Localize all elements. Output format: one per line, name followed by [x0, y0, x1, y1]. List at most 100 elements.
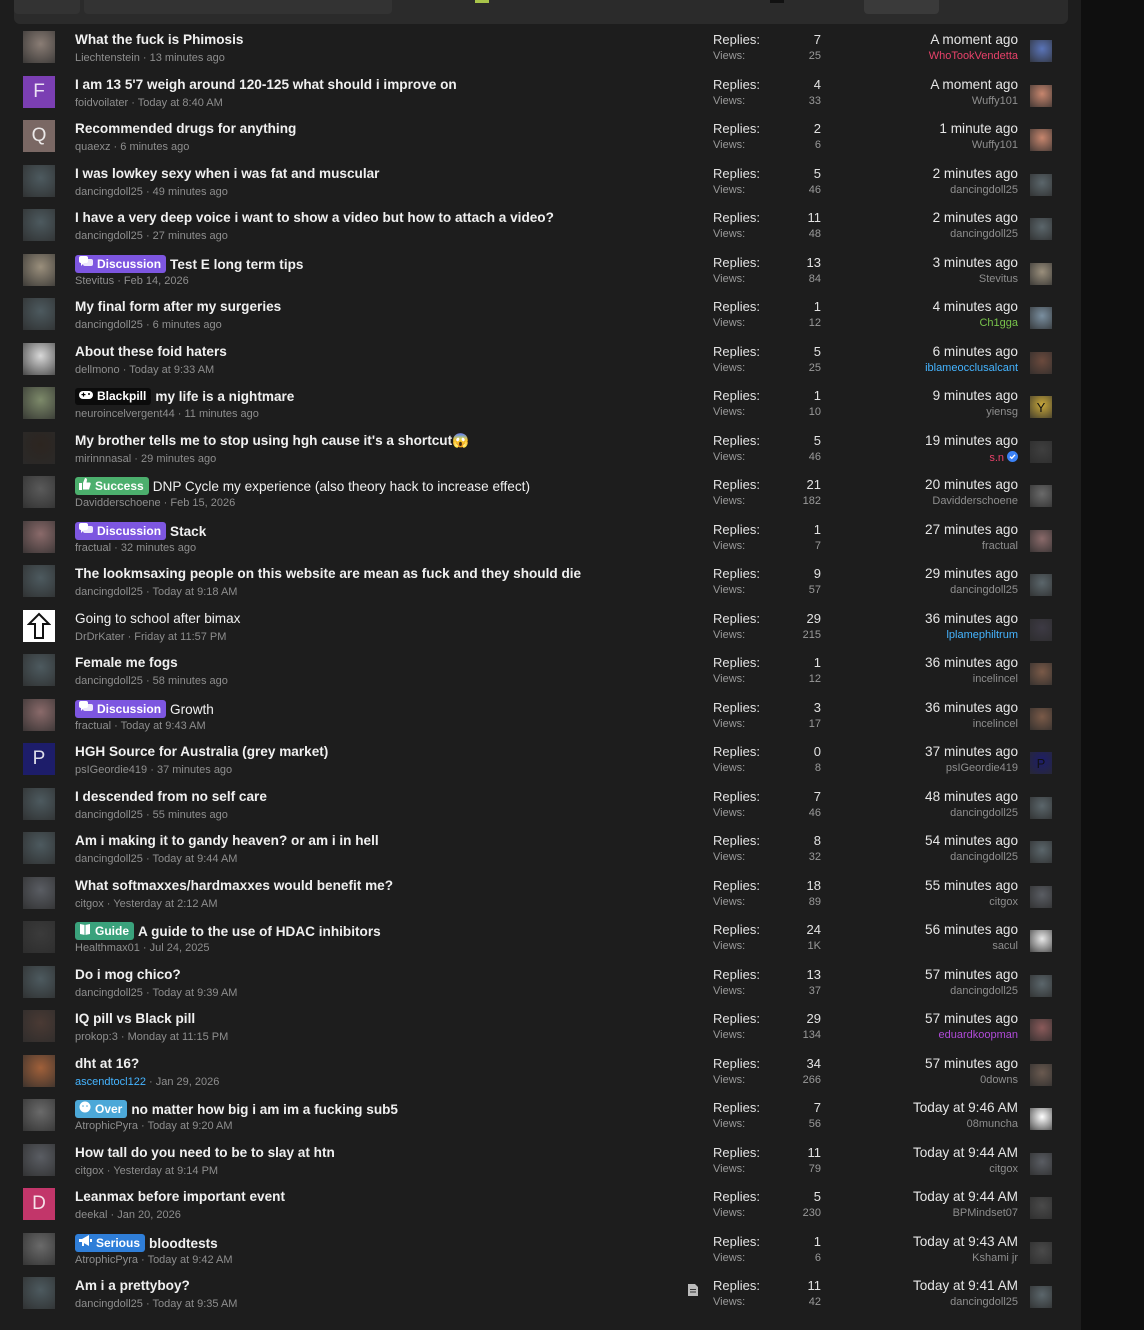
thread-row[interactable]: I have a very deep voice i want to show … [14, 202, 1068, 247]
latest-poster-avatar[interactable] [1030, 173, 1052, 196]
thread-row[interactable]: What the fuck is Phimosis Liechtenstein ·… [14, 24, 1068, 69]
latest-poster-avatar[interactable] [1030, 307, 1052, 329]
latest-poster-avatar[interactable] [1030, 618, 1052, 641]
latest-post-time[interactable]: 36 minutes ago [925, 611, 1018, 626]
latest-post-time[interactable]: Today at 9:44 AM [913, 1145, 1018, 1160]
thread-start-date[interactable]: Today at 9:43 AM [121, 720, 206, 732]
thread-author[interactable]: prokop:3 [75, 1031, 118, 1043]
thread-title-link[interactable]: Test E long term tips [170, 257, 303, 272]
thread-start-date[interactable]: Feb 14, 2026 [124, 275, 189, 287]
thread-start-date[interactable]: Yesterday at 9:14 PM [113, 1165, 218, 1177]
latest-post-time[interactable]: 48 minutes ago [925, 789, 1018, 804]
thread-row[interactable]: dht at 16? ascendtocl122 · Jan 29, 2026 Re… [14, 1048, 1068, 1093]
scrollbar-track[interactable] [1081, 0, 1144, 1330]
latest-post-username[interactable]: incelincel [973, 718, 1018, 730]
thread-start-date[interactable]: 37 minutes ago [157, 764, 232, 776]
latest-post-time[interactable]: Today at 9:44 AM [913, 1189, 1018, 1204]
thread-author[interactable]: citgox [75, 898, 104, 910]
thread-start-date[interactable]: Jan 20, 2026 [117, 1209, 181, 1221]
author-avatar[interactable] [23, 609, 55, 642]
thread-title-link[interactable]: How tall do you need to be to slay at ht… [75, 1145, 335, 1160]
thread-author[interactable]: deekal [75, 1209, 107, 1221]
thread-title-link[interactable]: bloodtests [149, 1236, 218, 1251]
author-avatar[interactable] [23, 431, 55, 464]
latest-poster-avatar[interactable] [1030, 796, 1052, 819]
author-avatar[interactable] [23, 253, 55, 286]
thread-row[interactable]: Guide A guide to the use of HDAC inhibito… [14, 914, 1068, 959]
thread-title-link[interactable]: My brother tells me to stop using hgh ca… [75, 433, 452, 448]
thread-start-date[interactable]: Today at 9:33 AM [129, 364, 214, 376]
thread-row[interactable]: Female me fogs dancingdoll25 · 58 minutes… [14, 647, 1068, 692]
thread-title-link[interactable]: HGH Source for Australia (grey market) [75, 744, 328, 759]
latest-poster-avatar[interactable] [1030, 1108, 1052, 1130]
latest-post-time[interactable]: 1 minute ago [939, 121, 1018, 136]
thread-prefix-over[interactable]: Over [75, 1100, 128, 1118]
thread-title-link[interactable]: Am i making it to gandy heaven? or am i … [75, 833, 379, 848]
author-avatar[interactable] [23, 1277, 55, 1309]
thread-start-date[interactable]: Feb 15, 2026 [170, 497, 235, 509]
author-avatar[interactable] [23, 787, 55, 820]
thread-row[interactable]: My final form after my surgeries dancingd… [14, 291, 1068, 336]
latest-post-time[interactable]: Today at 9:46 AM [913, 1100, 1018, 1115]
latest-post-username[interactable]: yiensg [986, 406, 1018, 418]
thread-row[interactable]: IQ pill vs Black pill prokop:3 · Monday a… [14, 1003, 1068, 1048]
thread-start-date[interactable]: Today at 9:20 AM [148, 1120, 233, 1132]
author-avatar[interactable] [23, 1054, 55, 1087]
latest-post-username[interactable]: dancingdoll25 [950, 584, 1018, 596]
latest-poster-avatar[interactable] [1030, 485, 1052, 507]
thread-author[interactable]: citgox [75, 1165, 104, 1177]
thread-author[interactable]: dancingdoll25 [75, 987, 143, 999]
thread-title-link[interactable]: Do i mog chico? [75, 967, 181, 982]
latest-post-username[interactable]: Ch1gga [979, 317, 1018, 329]
thread-start-date[interactable]: 29 minutes ago [141, 453, 216, 465]
author-avatar[interactable] [23, 342, 55, 375]
thread-start-date[interactable]: 13 minutes ago [150, 52, 225, 64]
thread-row[interactable]: Discussion Stack fractual · 32 minutes ago… [14, 514, 1068, 559]
thread-author[interactable]: ascendtocl122 [75, 1076, 146, 1088]
filter-button[interactable] [14, 0, 80, 14]
thread-row[interactable]: Am i a prettyboy? dancingdoll25 · Today a… [14, 1270, 1068, 1315]
thread-author[interactable]: Liechtenstein [75, 52, 140, 64]
thread-author[interactable]: dancingdoll25 [75, 675, 143, 687]
thread-prefix-discussion[interactable]: Discussion [75, 521, 167, 540]
thread-title-link[interactable]: my life is a nightmare [155, 389, 294, 404]
author-avatar[interactable] [23, 164, 55, 197]
thread-title-link[interactable]: Am i a prettyboy? [75, 1278, 190, 1293]
author-avatar[interactable] [23, 298, 55, 330]
thread-title-link[interactable]: What the fuck is Phimosis [75, 32, 243, 47]
latest-poster-avatar[interactable] [1030, 1286, 1052, 1308]
author-avatar[interactable] [23, 1232, 55, 1265]
latest-post-time[interactable]: 19 minutes ago [925, 433, 1018, 448]
thread-start-date[interactable]: Friday at 11:57 PM [134, 631, 226, 643]
thread-start-date[interactable]: Yesterday at 2:12 AM [113, 898, 217, 910]
latest-poster-avatar[interactable] [1030, 351, 1052, 374]
thread-start-date[interactable]: 55 minutes ago [153, 809, 228, 821]
thread-prefix-guide[interactable]: Guide [75, 922, 135, 940]
thread-row[interactable]: Am i making it to gandy heaven? or am i … [14, 825, 1068, 870]
author-avatar[interactable] [23, 876, 55, 909]
thread-title-link[interactable]: I was lowkey sexy when i was fat and mus… [75, 166, 379, 181]
latest-post-time[interactable]: 27 minutes ago [925, 522, 1018, 537]
latest-post-username[interactable]: iblameocclusalcant [925, 362, 1018, 374]
sort-tab[interactable] [84, 0, 392, 14]
author-avatar[interactable] [23, 832, 55, 864]
thread-title-link[interactable]: My final form after my surgeries [75, 299, 281, 314]
author-avatar[interactable] [23, 31, 55, 63]
author-avatar[interactable] [23, 1143, 55, 1176]
latest-poster-avatar[interactable]: Y [1030, 396, 1052, 418]
latest-post-time[interactable]: 6 minutes ago [925, 344, 1018, 359]
latest-poster-avatar[interactable] [1030, 40, 1052, 62]
thread-prefix-discussion[interactable]: Discussion [75, 699, 167, 718]
thread-row[interactable]: Discussion Growth fractual · Today at 9:43… [14, 692, 1068, 737]
latest-post-time[interactable]: 37 minutes ago [925, 744, 1018, 759]
thread-start-date[interactable]: Today at 9:42 AM [148, 1254, 233, 1266]
thread-row[interactable]: P HGH Source for Australia (grey market) p… [14, 736, 1068, 781]
thread-author[interactable]: dancingdoll25 [75, 853, 143, 865]
author-avatar[interactable]: D [23, 1188, 55, 1220]
latest-poster-avatar[interactable] [1030, 440, 1052, 463]
thread-start-date[interactable]: Today at 9:35 AM [152, 1298, 237, 1310]
latest-post-time[interactable]: 57 minutes ago [925, 967, 1018, 982]
thread-row[interactable]: I descended from no self care dancingdoll… [14, 781, 1068, 826]
latest-poster-avatar[interactable] [1030, 663, 1052, 685]
thread-row[interactable]: Blackpill my life is a nightmare neuroince… [14, 380, 1068, 425]
